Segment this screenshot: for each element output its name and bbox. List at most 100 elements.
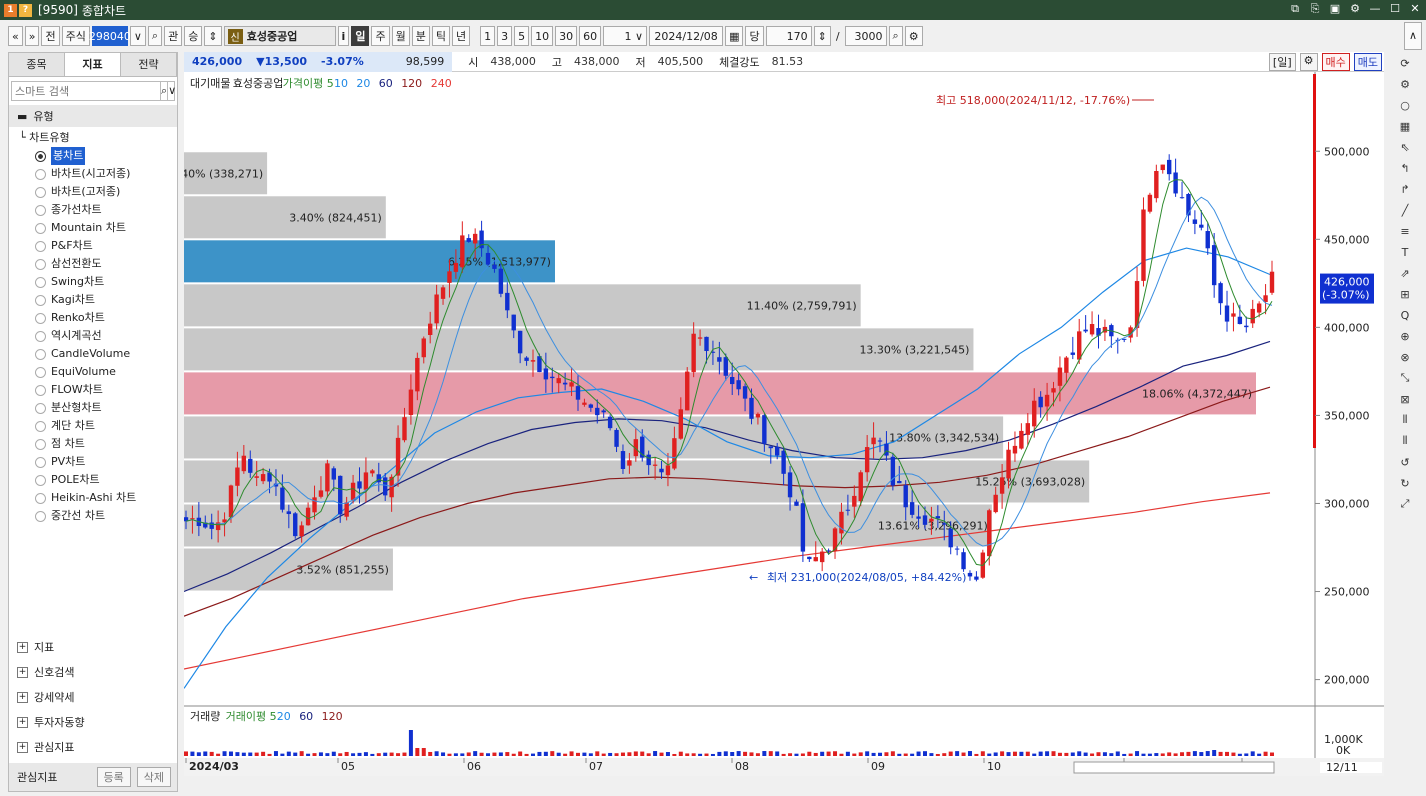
tab-strategy[interactable]: 전략: [121, 53, 177, 76]
chart-type-item[interactable]: Swing차트: [19, 273, 177, 291]
drawing-tool-icon[interactable]: ⊗: [1395, 348, 1415, 366]
interval-60-button[interactable]: 60: [579, 26, 602, 46]
chart-type-item[interactable]: PV차트: [19, 453, 177, 471]
chart-type-item[interactable]: Heikin-Ashi 차트: [19, 489, 177, 507]
drawing-tool-icon[interactable]: ⤡: [1395, 369, 1415, 387]
drawing-tool-icon[interactable]: ▦: [1395, 117, 1415, 135]
count-select[interactable]: 1 ∨: [603, 26, 648, 46]
radio-icon[interactable]: [35, 240, 46, 252]
radio-icon[interactable]: [35, 330, 46, 342]
dang-button[interactable]: 당: [745, 26, 764, 46]
indicator-group[interactable]: + 신호검색: [9, 660, 177, 685]
period-week-button[interactable]: 주: [371, 26, 390, 46]
period-year-button[interactable]: 년: [451, 26, 471, 46]
updown-button[interactable]: 승: [184, 26, 203, 46]
sell-button[interactable]: 매도: [1353, 52, 1382, 71]
interval-5-button[interactable]: 5: [514, 26, 530, 46]
radio-icon[interactable]: [35, 492, 46, 504]
period-indicator[interactable]: [일]: [1268, 52, 1296, 71]
expand-plus-icon[interactable]: +: [17, 642, 28, 653]
chart-type-item[interactable]: Renko차트: [19, 309, 177, 327]
chart-type-item[interactable]: CandleVolume: [19, 345, 177, 363]
drawing-tool-icon[interactable]: ⊕: [1395, 327, 1415, 345]
spin-icon[interactable]: ⇕: [204, 26, 222, 46]
chart-type-item[interactable]: 계단 차트: [19, 417, 177, 435]
chart-type-item[interactable]: 봉차트: [19, 147, 177, 165]
info-button[interactable]: i: [337, 26, 350, 46]
pin-icon[interactable]: ⧉: [1288, 2, 1302, 16]
drawing-tool-icon[interactable]: ↺: [1395, 453, 1415, 471]
chart-type-item[interactable]: 분산형차트: [19, 399, 177, 417]
interval-1-button[interactable]: 1: [480, 26, 496, 46]
chart-area[interactable]: 1.40% (338,271)3.40% (824,451)6.25% (1,5…: [171, 72, 1384, 776]
camera-icon[interactable]: ▣: [1328, 2, 1342, 16]
chart-type-item[interactable]: 점 차트: [19, 435, 177, 453]
chart-type-item[interactable]: 삼선전환도: [19, 255, 177, 273]
market-type-select[interactable]: 주식: [61, 26, 90, 46]
period-day-button[interactable]: 일: [351, 26, 370, 46]
tab-stocks[interactable]: 종목: [9, 53, 65, 76]
drawing-tool-icon[interactable]: ⦀: [1395, 411, 1415, 429]
chart-type-item[interactable]: Mountain 차트: [19, 219, 177, 237]
indicator-group[interactable]: + 강세약세: [9, 685, 177, 710]
tab-indicators[interactable]: 지표: [65, 53, 121, 76]
radio-icon[interactable]: [35, 438, 46, 450]
drawing-tool-icon[interactable]: Q: [1395, 306, 1415, 324]
radio-icon[interactable]: [35, 420, 46, 432]
radio-icon[interactable]: [35, 384, 46, 396]
radio-icon[interactable]: [35, 366, 46, 378]
radio-icon[interactable]: [35, 168, 46, 180]
drawing-tool-icon[interactable]: ⊠: [1395, 390, 1415, 408]
radio-icon[interactable]: [35, 348, 46, 360]
calendar-icon[interactable]: ▦: [725, 26, 744, 46]
zoom-icon[interactable]: ⌕: [888, 26, 903, 46]
tree-group[interactable]: └ 차트유형: [19, 129, 177, 147]
expand-plus-icon[interactable]: +: [17, 742, 28, 753]
drawing-tool-icon[interactable]: ⟳: [1395, 54, 1415, 72]
minimize-icon[interactable]: —: [1368, 2, 1382, 16]
drawing-tool-icon[interactable]: ↻: [1395, 474, 1415, 492]
buy-button[interactable]: 매수: [1321, 52, 1350, 71]
radio-icon[interactable]: [35, 510, 46, 522]
chart-type-item[interactable]: FLOW차트: [19, 381, 177, 399]
radio-icon[interactable]: [35, 294, 46, 306]
code-dropdown-icon[interactable]: ∨: [129, 26, 146, 46]
expand-icon[interactable]: ∨: [167, 82, 176, 100]
indicator-group[interactable]: + 지표: [9, 635, 177, 660]
interval-3-button[interactable]: 3: [497, 26, 513, 46]
radio-icon[interactable]: [35, 150, 46, 162]
settings-icon[interactable]: ⚙: [904, 26, 923, 46]
radio-icon[interactable]: [35, 312, 46, 324]
gear-icon[interactable]: ⚙: [1348, 2, 1362, 16]
help-icon[interactable]: ?: [19, 3, 32, 17]
expand-plus-icon[interactable]: +: [17, 692, 28, 703]
expand-plus-icon[interactable]: +: [17, 717, 28, 728]
radio-icon[interactable]: [35, 186, 46, 198]
period-month-button[interactable]: 월: [391, 26, 410, 46]
search-icon[interactable]: ⌕: [147, 26, 163, 46]
stock-name-field[interactable]: 신 효성중공업: [223, 26, 336, 46]
copy-icon[interactable]: ⎘: [1308, 2, 1322, 16]
chart-type-item[interactable]: 바차트(고저종): [19, 183, 177, 201]
radio-icon[interactable]: [35, 474, 46, 486]
nav-prev-button[interactable]: «: [8, 26, 23, 46]
chart-type-item[interactable]: Kagi차트: [19, 291, 177, 309]
delete-button[interactable]: 삭제: [136, 767, 171, 787]
price-chart[interactable]: 1.40% (338,271)3.40% (824,451)6.25% (1,5…: [171, 72, 1384, 776]
drawing-tool-icon[interactable]: ↱: [1395, 180, 1415, 198]
chart-type-item[interactable]: 중간선 차트: [19, 507, 177, 525]
smart-search-input[interactable]: [12, 82, 160, 100]
radio-icon[interactable]: [35, 222, 46, 234]
bars-spin-icon[interactable]: ⇕: [813, 26, 831, 46]
chart-type-item[interactable]: EquiVolume: [19, 363, 177, 381]
chart-type-item[interactable]: POLE차트: [19, 471, 177, 489]
search-icon[interactable]: ⌕: [160, 82, 167, 100]
radio-icon[interactable]: [35, 456, 46, 468]
period-minute-button[interactable]: 분: [411, 26, 430, 46]
chart-type-item[interactable]: 바차트(시고저종): [19, 165, 177, 183]
stock-code-input[interactable]: 298040: [89, 26, 131, 46]
expand-plus-icon[interactable]: +: [17, 667, 28, 678]
chart-scrollbar[interactable]: [1073, 761, 1275, 774]
drawing-tool-icon[interactable]: ⇖: [1395, 138, 1415, 156]
radio-icon[interactable]: [35, 402, 46, 414]
